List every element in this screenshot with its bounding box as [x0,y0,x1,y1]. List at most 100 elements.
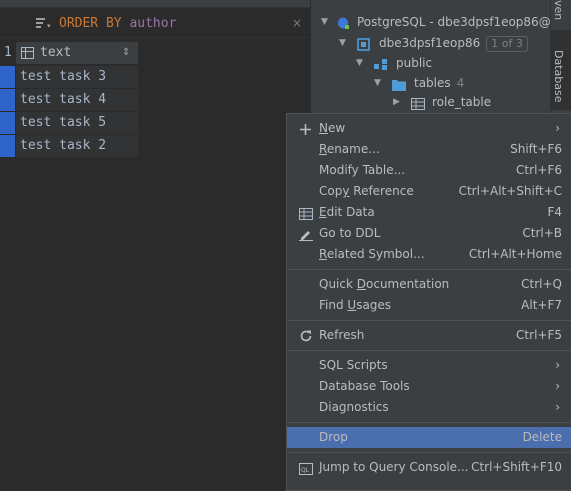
table-row[interactable]: test task 4 [0,89,138,112]
folder-icon [392,77,406,91]
pencil-icon [299,227,313,241]
chevron-down-icon[interactable]: ▼ [339,33,346,53]
menu-shortcut: Ctrl+B [522,226,562,240]
filter-bar[interactable]: ▾ ORDER BY author × [0,8,310,38]
chevron-down-icon[interactable]: ▼ [356,53,363,73]
menu-item-sql-scripts[interactable]: SQL Scripts › [287,355,571,376]
menu-label-post: dit Data [326,205,375,219]
menu-item-diagnostics[interactable]: Diagnostics › [287,397,571,418]
menu-mnemonic: R [319,142,327,156]
menu-label: Modify Table... [319,163,406,177]
tool-window-tab-database-label[interactable]: Database [552,50,565,103]
chevron-down-icon[interactable]: ▼ [374,73,381,93]
console-icon: QL [299,461,313,475]
row-selection-marker[interactable] [0,112,15,134]
table-cell[interactable]: test task 3 [15,66,138,88]
menu-mnemonic: R [319,247,327,261]
refresh-icon [299,329,313,342]
menu-item-database-tools[interactable]: Database Tools › [287,376,571,397]
sort-order-icon[interactable]: ▾ [36,17,52,30]
database-count-badge: 1 of 3 [486,36,528,52]
svg-text:QL: QL [301,467,310,474]
table-cell[interactable]: test task 4 [15,89,138,111]
table-cell[interactable]: test task 2 [15,135,138,157]
menu-label: SQL Scripts [319,358,388,372]
table-row[interactable]: test task 5 [0,112,138,135]
tree-schema[interactable]: ▼ public [356,53,551,73]
menu-label-pre: Quick [319,277,357,291]
menu-label: Drop [319,430,348,444]
table-label: role_table [432,95,492,109]
menu-item-copy-reference[interactable]: Copy Reference Ctrl+Alt+Shift+C [287,181,571,202]
tables-count: 4 [456,76,465,90]
database-toolbar [311,0,551,8]
menu-label: New [319,118,345,139]
menu-label: Go to DDL [319,226,381,240]
menu-separator [288,422,571,423]
sort-toggle-icon[interactable]: ⇕ [122,47,130,58]
tables-label: tables [414,76,451,90]
menu-shortcut: Ctrl+Alt+Home [468,247,562,261]
menu-label: Copy Reference [319,181,414,202]
menu-shortcut: Shift+F6 [510,142,562,156]
menu-shortcut: F4 [547,205,562,219]
order-by-input[interactable]: ORDER BY author [59,16,176,31]
order-by-keyword: ORDER BY [59,16,122,31]
table-row[interactable]: test task 3 [0,66,138,89]
menu-shortcut: Ctrl+F5 [516,328,562,342]
close-icon[interactable]: × [292,16,302,30]
menu-shortcut: Alt+F7 [521,298,562,312]
menu-label-pre: Cop [319,184,343,198]
table-icon [299,206,313,220]
schema-label: public [396,56,433,70]
row-selection-marker[interactable] [0,89,15,111]
tree-database[interactable]: ▼ dbe3dpsf1eop86 1 of 3 [339,33,551,53]
connection-label: PostgreSQL - dbe3dpsf1eop86@ec2- [357,15,571,29]
menu-label: Rename... [319,139,380,160]
side-tab-maven-label[interactable]: ven [552,0,565,20]
menu-mnemonic: U [347,298,357,312]
menu-separator [288,350,571,351]
menu-item-rename[interactable]: Rename... Shift+F6 [287,139,571,160]
chevron-right-icon[interactable]: ▶ [393,92,400,112]
menu-label-post: ocumentation [366,277,450,291]
menu-item-new[interactable]: New › [287,118,571,139]
menu-separator [288,452,571,453]
menu-item-quick-documentation[interactable]: Quick Documentation Ctrl+Q [287,274,571,295]
tree-table-role[interactable]: ▶ role_table [393,92,551,112]
tree-connection[interactable]: ▼ PostgreSQL - dbe3dpsf1eop86@ec2- [321,12,571,32]
menu-item-jump-to-query-console[interactable]: QL Jump to Query Console... Ctrl+Shift+F… [287,457,571,478]
database-icon [357,37,370,51]
chevron-right-icon: › [555,379,560,393]
table-icon [411,96,425,110]
menu-label-pre: Find [319,298,348,312]
table-cell[interactable]: test task 5 [15,112,138,134]
menu-label: Refresh [319,328,365,342]
menu-item-related-symbol[interactable]: Related Symbol... Ctrl+Alt+Home [287,244,571,265]
menu-item-refresh[interactable]: Refresh Ctrl+F5 [287,325,571,346]
table-row[interactable]: test task 2 [0,135,138,158]
menu-label-post: ename... [326,142,380,156]
menu-mnemonic: N [319,121,328,135]
menu-item-drop[interactable]: Drop Delete [287,427,571,448]
chevron-down-icon[interactable]: ▼ [321,12,328,32]
menu-shortcut: Ctrl+Q [521,277,562,291]
row-selection-marker[interactable] [0,66,15,88]
plus-icon [299,122,313,135]
menu-shortcut: Ctrl+F6 [516,163,562,177]
tree-tables-folder[interactable]: ▼ tables 4 [374,73,551,93]
menu-item-find-usages[interactable]: Find Usages Alt+F7 [287,295,571,316]
menu-item-edit-data[interactable]: Edit Data F4 [287,202,571,223]
order-by-column: author [129,16,177,31]
menu-label-post: Reference [349,184,414,198]
menu-label: Related Symbol... [319,244,425,265]
chevron-right-icon: › [555,400,560,414]
row-selection-marker[interactable] [0,135,15,157]
menu-label: Quick Documentation [319,274,449,295]
menu-label-post: ew [327,121,346,135]
menu-item-go-to-ddl[interactable]: Go to DDL Ctrl+B [287,223,571,244]
column-header-text[interactable]: text ⇕ [15,42,138,64]
column-header-label: text [40,45,72,60]
menu-item-modify-table[interactable]: Modify Table... Ctrl+F6 [287,160,571,181]
database-label: dbe3dpsf1eop86 1 of 3 [379,33,528,53]
